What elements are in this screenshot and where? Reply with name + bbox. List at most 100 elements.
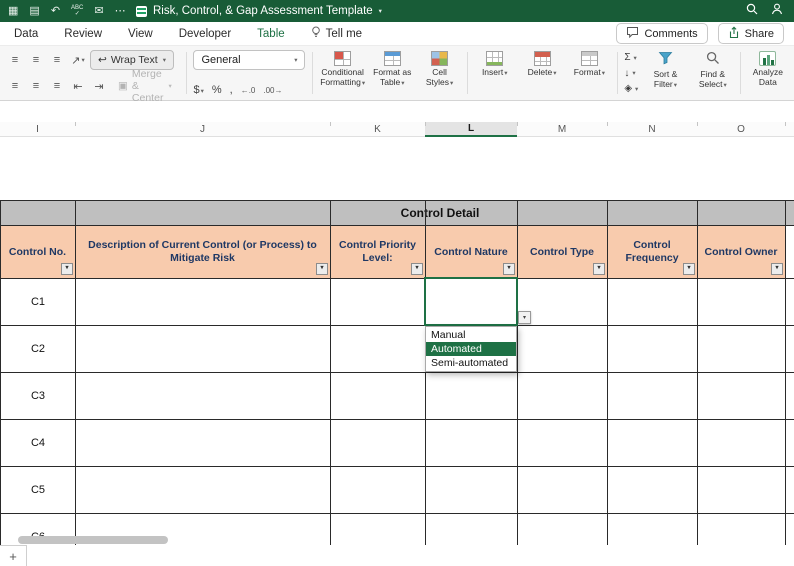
grid-icon[interactable]: ▦ [8, 5, 18, 17]
header-cell-owner[interactable]: Control Owner ▾ [697, 226, 785, 278]
header-cell-type[interactable]: Control Type ▾ [517, 226, 607, 278]
window-title[interactable]: Risk, Control, & Gap Assessment Template… [136, 0, 382, 22]
filter-button[interactable]: ▾ [771, 263, 783, 275]
section-title-cell[interactable]: Control Detail [0, 201, 794, 225]
analyze-data-button[interactable]: Analyze Data [748, 50, 788, 96]
format-label: Format [573, 67, 601, 77]
grid-line [425, 200, 426, 545]
insert-button[interactable]: Insert▾ [475, 50, 515, 96]
align-top-button[interactable]: ≡ [6, 51, 24, 69]
autosum-button[interactable]: Σ ▾ [624, 50, 638, 65]
decrease-indent-button[interactable]: ⇤ [69, 77, 87, 95]
filter-button[interactable]: ▾ [503, 263, 515, 275]
add-sheet-button[interactable]: + [0, 545, 27, 566]
search-icon[interactable] [746, 2, 758, 20]
align-left-button[interactable]: ≡ [6, 77, 24, 95]
currency-format-button[interactable]: $▾ [193, 84, 203, 96]
filter-button[interactable]: ▾ [593, 263, 605, 275]
clear-button[interactable]: ◈ ▾ [624, 81, 638, 96]
magnifier-icon [706, 51, 720, 68]
align-right-button[interactable]: ≡ [48, 77, 66, 95]
row-cell-c5[interactable]: C5 [1, 467, 75, 513]
number-format-select[interactable]: General ▾ [193, 50, 306, 70]
cell-styles-button[interactable]: Cell Styles▾ [419, 50, 459, 96]
comma-style-button[interactable]: , [230, 84, 233, 96]
align-center-button[interactable]: ≡ [27, 77, 45, 95]
orientation-icon: ↗ [71, 54, 81, 67]
spellcheck-icon[interactable]: ABC ✓ [71, 5, 83, 17]
column-header-L[interactable]: L [425, 122, 517, 137]
column-header-K[interactable]: K [330, 122, 425, 137]
header-cell-control-no[interactable]: Control No. ▾ [0, 226, 75, 278]
format-cells-icon [580, 51, 598, 66]
find-select-button[interactable]: Find & Select▾ [693, 50, 733, 96]
row-cell-c2[interactable]: C2 [1, 326, 75, 372]
column-header-I[interactable]: I [0, 122, 75, 137]
filter-button[interactable]: ▾ [61, 263, 73, 275]
header-cell-priority[interactable]: Control Priority Level: ▾ [330, 226, 425, 278]
chevron-down-icon: ▾ [504, 70, 508, 77]
increase-decimal-button[interactable]: ←.0 [241, 86, 256, 95]
share-button[interactable]: Share [717, 23, 784, 44]
delete-button[interactable]: Delete▾ [522, 50, 562, 96]
more-icon[interactable]: ⋯ [115, 5, 126, 17]
wrap-text-button[interactable]: ↩ Wrap Text ▾ [90, 50, 174, 70]
tab-tell-me[interactable]: Tell me [311, 26, 362, 41]
grid-line [0, 419, 794, 420]
orientation-button[interactable]: ↗ ▾ [69, 51, 87, 69]
column-header-J[interactable]: J [75, 122, 330, 137]
comments-button[interactable]: Comments [616, 23, 708, 44]
conditional-formatting-button[interactable]: Conditional Formatting▾ [320, 50, 365, 96]
format-button[interactable]: Format▾ [569, 50, 609, 96]
conditional-formatting-icon [334, 51, 352, 66]
increase-indent-button[interactable]: ⇥ [90, 77, 108, 95]
row-cell-c1[interactable]: C1 [1, 279, 75, 325]
column-header-N[interactable]: N [607, 122, 697, 137]
column-tick [330, 122, 331, 126]
undo-icon[interactable]: ↶ [51, 5, 60, 17]
grid-line [785, 200, 786, 545]
dropdown-option-semi-automated[interactable]: Semi-automated [426, 356, 516, 370]
header-cell-description[interactable]: Description of Current Control (or Proce… [75, 226, 330, 278]
active-cell-selection[interactable] [424, 277, 518, 326]
format-as-table-button[interactable]: Format as Table▾ [372, 50, 412, 96]
percent-style-button[interactable]: % [212, 84, 222, 96]
wrap-text-icon: ↩ [98, 54, 107, 66]
tab-view[interactable]: View [128, 28, 153, 40]
column-header-M[interactable]: M [517, 122, 607, 137]
header-cell-nature[interactable]: Control Nature ▾ [425, 226, 517, 278]
spellcheck-check: ✓ [74, 11, 80, 17]
align-bottom-button[interactable]: ≡ [48, 51, 66, 69]
column-header-O[interactable]: O [697, 122, 785, 137]
account-icon[interactable] [771, 2, 784, 20]
horizontal-scrollbar[interactable] [18, 536, 168, 544]
tab-table[interactable]: Table [257, 28, 285, 40]
format-as-table-label: Format as Table [373, 67, 412, 87]
header-cell-frequency[interactable]: Control Frequency ▾ [607, 226, 697, 278]
sheet-icon[interactable]: ▤ [29, 5, 39, 17]
row-cell-c4[interactable]: C4 [1, 420, 75, 466]
merge-center-button[interactable]: ▣ Merge & Center ▾ [111, 68, 179, 104]
filter-button[interactable]: ▾ [316, 263, 328, 275]
tab-review[interactable]: Review [64, 28, 102, 40]
filter-button[interactable]: ▾ [411, 263, 423, 275]
dropdown-option-manual[interactable]: Manual [426, 328, 516, 342]
filter-button[interactable]: ▾ [683, 263, 695, 275]
align-middle-button[interactable]: ≡ [27, 51, 45, 69]
validation-dropdown-button[interactable]: ▾ [518, 311, 531, 324]
mail-icon[interactable]: ✉ [94, 5, 103, 17]
lightbulb-icon [311, 26, 321, 41]
spreadsheet-grid[interactable]: Control Detail Control No. ▾ Description… [0, 137, 794, 545]
row-cell-c3[interactable]: C3 [1, 373, 75, 419]
tab-developer[interactable]: Developer [179, 28, 231, 40]
sigma-icon: Σ [624, 52, 631, 63]
decrease-decimal-button[interactable]: .00→ [263, 86, 282, 95]
fill-button[interactable]: ↓ ▾ [624, 66, 638, 81]
comment-bubble-icon [626, 26, 639, 41]
tab-data[interactable]: Data [14, 28, 38, 40]
chevron-down-icon: ▾ [401, 79, 405, 87]
dropdown-option-automated[interactable]: Automated [426, 342, 516, 356]
chevron-down-icon: ▾ [723, 81, 727, 89]
editing-group: Σ ▾ ↓ ▾ ◈ ▾ [624, 50, 638, 96]
sort-filter-button[interactable]: Sort & Filter▾ [645, 50, 685, 96]
